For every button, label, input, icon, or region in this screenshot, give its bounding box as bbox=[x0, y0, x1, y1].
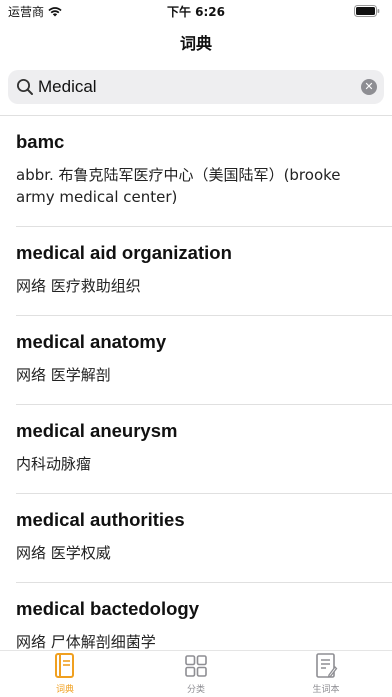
clear-icon[interactable]: ✕ bbox=[361, 79, 377, 95]
tab-label: 分类 bbox=[186, 685, 205, 695]
list-item[interactable]: medical bactedology 网络 尸体解剖细菌学 bbox=[16, 582, 392, 650]
tab-label: 生词本 bbox=[312, 685, 340, 695]
search-icon bbox=[16, 78, 34, 96]
entry-word: medical aid organization bbox=[16, 242, 232, 263]
status-bar: 运营商 下午 6:26 bbox=[0, 0, 392, 22]
tab-categories[interactable]: 分类 bbox=[156, 653, 236, 695]
list-item[interactable]: medical aneurysm 内科动脉瘤 bbox=[16, 404, 392, 493]
entry-word: medical bactedology bbox=[16, 598, 199, 619]
battery-icon bbox=[354, 5, 380, 17]
entry-word: medical anatomy bbox=[16, 331, 167, 352]
grid-icon bbox=[184, 653, 208, 679]
search-bar[interactable]: ✕ bbox=[8, 70, 384, 104]
entry-definition: 内科动脉瘤 bbox=[16, 455, 92, 473]
entry-definition: 网络 医学解剖 bbox=[16, 366, 111, 384]
entry-word: bamc bbox=[16, 131, 65, 152]
entry-word: medical aneurysm bbox=[16, 420, 178, 441]
status-time: 下午 6:26 bbox=[166, 5, 226, 19]
book-icon bbox=[53, 653, 77, 679]
entry-definition: 网络 医疗救助组织 bbox=[16, 277, 141, 295]
list-item[interactable]: medical anatomy 网络 医学解剖 bbox=[16, 315, 392, 404]
search-input[interactable] bbox=[38, 70, 358, 104]
entry-definition: abbr. 布鲁克陆军医疗中心（美国陆军）(brooke army medica… bbox=[16, 166, 341, 206]
notebook-icon bbox=[314, 653, 338, 679]
entry-word: medical authorities bbox=[16, 509, 185, 530]
list-item[interactable]: medical aid organization 网络 医疗救助组织 bbox=[16, 226, 392, 315]
tab-bar: 词典 分类 生词本 bbox=[0, 650, 392, 697]
list-item[interactable]: bamc abbr. 布鲁克陆军医疗中心（美国陆军）(brooke army m… bbox=[0, 116, 392, 226]
tab-vocabulary[interactable]: 生词本 bbox=[286, 653, 366, 695]
tab-label: 词典 bbox=[55, 685, 74, 695]
list-item[interactable]: medical authorities 网络 医学权威 bbox=[16, 493, 392, 582]
entry-definition: 网络 医学权威 bbox=[16, 544, 111, 562]
tab-dictionary[interactable]: 词典 bbox=[25, 653, 105, 695]
entry-definition: 网络 尸体解剖细菌学 bbox=[16, 633, 156, 650]
word-list[interactable]: bamc abbr. 布鲁克陆军医疗中心（美国陆军）(brooke army m… bbox=[0, 116, 392, 650]
page-title: 词典 bbox=[179, 34, 212, 53]
